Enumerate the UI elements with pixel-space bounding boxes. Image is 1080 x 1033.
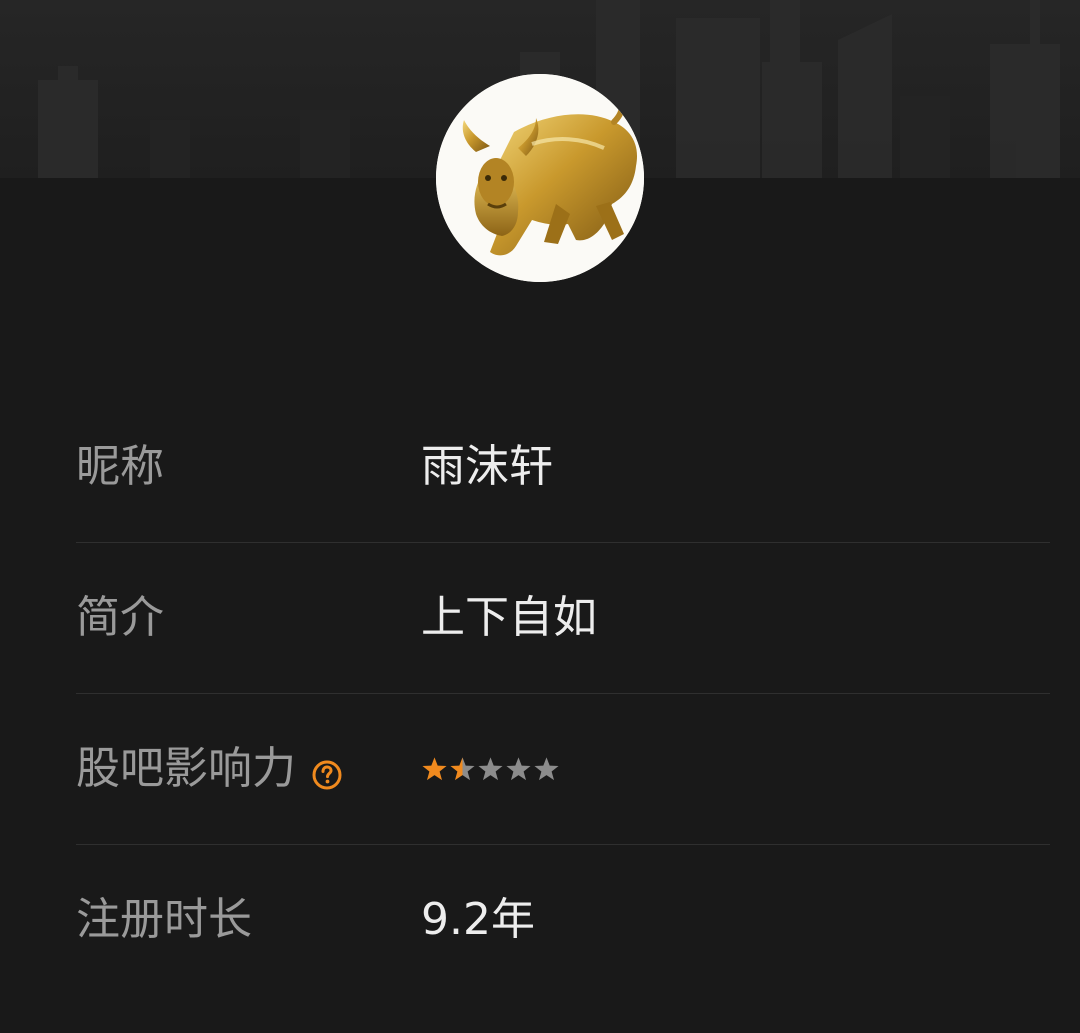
- bio-value: 上下自如: [421, 592, 597, 643]
- profile-info-list: 昵称 雨沫轩 简介 上下自如 股吧影响力 注册时长 9.2年: [76, 392, 1050, 995]
- influence-label: 股吧影响力: [76, 743, 296, 794]
- rating-star-icon: [478, 757, 503, 781]
- bio-row: 简介 上下自如: [76, 543, 1050, 694]
- rating-star-icon: [450, 757, 475, 781]
- influence-label-group: 股吧影响力: [76, 747, 342, 791]
- rating-star-icon: [422, 757, 447, 781]
- rating-star-icon: [506, 757, 531, 781]
- nickname-label: 昵称: [76, 441, 164, 492]
- bio-label: 简介: [76, 592, 164, 643]
- golden-bull-icon: [436, 74, 644, 282]
- influence-rating: [421, 756, 561, 783]
- registration-value: 9.2年: [421, 894, 535, 945]
- registration-row: 注册时长 9.2年: [76, 845, 1050, 995]
- influence-row: 股吧影响力: [76, 694, 1050, 845]
- avatar[interactable]: [436, 74, 644, 282]
- registration-label: 注册时长: [76, 894, 252, 945]
- rating-star-icon: [534, 757, 559, 781]
- nickname-value: 雨沫轩: [421, 441, 553, 492]
- question-circle-icon[interactable]: [312, 754, 342, 790]
- nickname-row: 昵称 雨沫轩: [76, 392, 1050, 543]
